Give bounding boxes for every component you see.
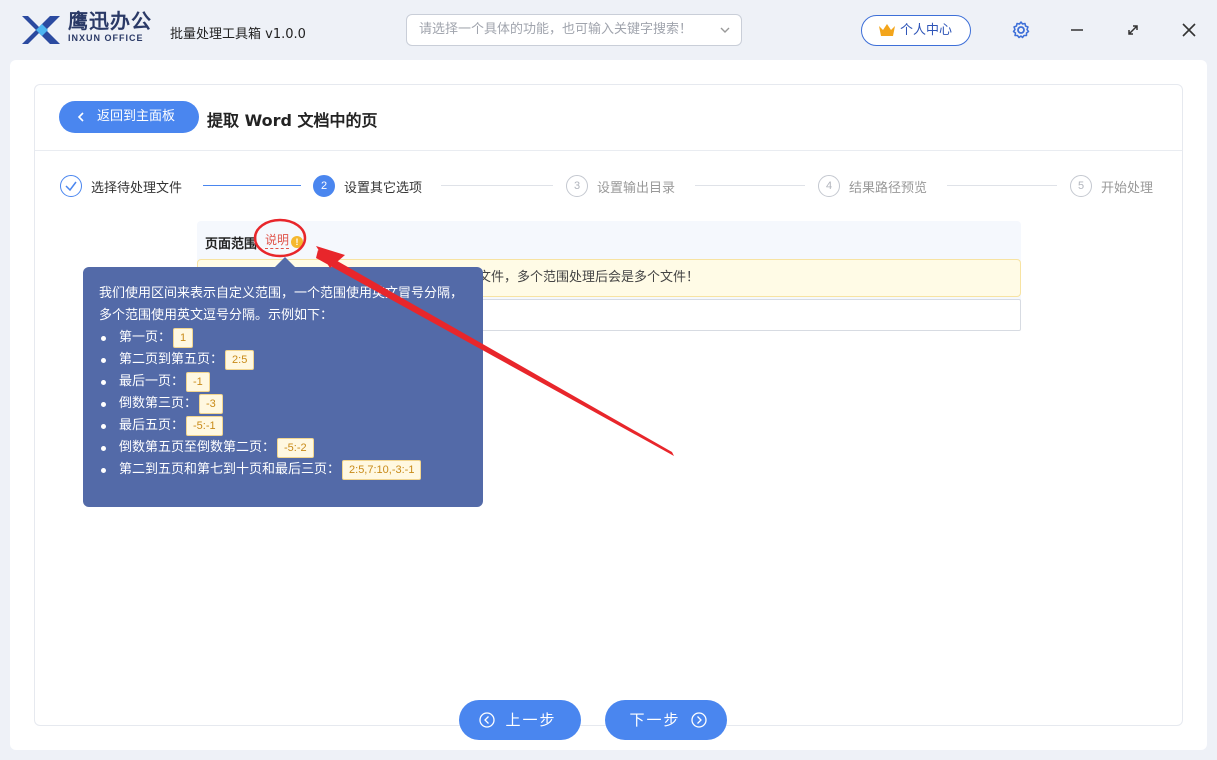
example-code: -5:-1 [186,415,223,436]
step-2: 2 设置其它选项 [313,174,422,198]
example-item: 最后一页： -1 [99,371,467,393]
prev-step-button[interactable]: 上一步 [459,700,581,740]
back-to-home-button[interactable]: 返回到主面板 [59,101,199,133]
tooltip-example-list: 第一页： 1 第二页到第五页： 2:5 最后一页： -1 倒数第三页： -3 最后五页：… [99,327,467,481]
inxun-logo-icon [22,16,60,44]
step-number: 2 [313,175,335,197]
notice-text: 文件，多个范围处理后会是多个文件！ [478,270,700,285]
step-1: 选择待处理文件 [60,174,182,198]
step-number: 4 [818,175,840,197]
step-label: 选择待处理文件 [91,180,183,196]
page-range-label: 页面范围 [205,237,258,252]
step-label: 设置其它选项 [344,180,423,196]
chevron-right-circle-icon [691,712,707,728]
user-center-button[interactable]: 个人中心 [861,15,971,46]
step-4: 4 结果路径预览 [818,174,927,198]
example-code: 2:5 [225,349,255,370]
step-label: 设置输出目录 [597,180,676,196]
next-step-button[interactable]: 下一步 [605,700,727,740]
example-item: 第二到五页和第七到十页和最后三页： 2:5,7:10,-3:-1 [99,459,467,481]
step-connector [203,185,301,186]
step-connector [441,185,553,186]
back-label: 返回到主面板 [97,109,176,124]
help-tooltip: 我们使用区间来表示自定义范围，一个范围使用英文冒号分隔，多个范围使用英文逗号分隔… [83,267,483,507]
minimize-icon[interactable] [1065,18,1089,42]
close-icon[interactable] [1177,18,1201,42]
chevron-left-icon [77,112,84,122]
brand-name-en: INXUN OFFICE [68,33,144,43]
title-bar: 鹰迅办公 INXUN OFFICE 批量处理工具箱 v1.0.0 请选择一个具体… [0,0,1217,60]
example-item: 倒数第五页至倒数第二页： -5:-2 [99,437,467,459]
gear-icon[interactable] [1009,18,1033,42]
example-code: -3 [199,393,223,414]
search-placeholder: 请选择一个具体的功能，也可输入关键字搜索！ [419,22,693,37]
example-item: 倒数第三页： -3 [99,393,467,415]
step-3: 3 设置输出目录 [566,174,675,198]
step-number: 5 [1070,175,1092,197]
example-item: 最后五页： -5:-1 [99,415,467,437]
example-code: -5:-2 [277,437,314,458]
example-item: 第二页到第五页： 2:5 [99,349,467,371]
step-label: 结果路径预览 [849,180,928,196]
help-link[interactable]: 说明 [265,233,290,249]
example-code: 2:5,7:10,-3:-1 [342,459,422,480]
brand-name-cn: 鹰迅办公 [68,9,152,33]
example-code: -1 [186,371,210,392]
chevron-left-circle-icon [479,712,495,728]
step-connector [695,185,805,186]
crown-icon [879,24,895,36]
app-name: 批量处理工具箱 v1.0.0 [170,27,306,42]
maximize-icon[interactable] [1121,18,1145,42]
header-divider [35,150,1182,151]
step-check-icon [60,175,82,197]
info-icon[interactable]: ! [291,236,303,248]
step-connector [947,185,1057,186]
step-label: 开始处理 [1101,180,1154,196]
tooltip-intro: 我们使用区间来表示自定义范围，一个范围使用英文冒号分隔，多个范围使用英文逗号分隔… [99,286,464,323]
example-code: 1 [173,327,194,348]
step-5: 5 开始处理 [1070,174,1153,198]
brand: 鹰迅办公 INXUN OFFICE [68,10,152,44]
tooltip-caret [275,257,295,267]
example-item: 第一页： 1 [99,327,467,349]
function-search-select[interactable]: 请选择一个具体的功能，也可输入关键字搜索！ [406,14,742,46]
chevron-down-icon [720,27,730,33]
step-number: 3 [566,175,588,197]
user-center-label: 个人中心 [900,23,953,38]
page-title: 提取 Word 文档中的页 [207,111,378,130]
